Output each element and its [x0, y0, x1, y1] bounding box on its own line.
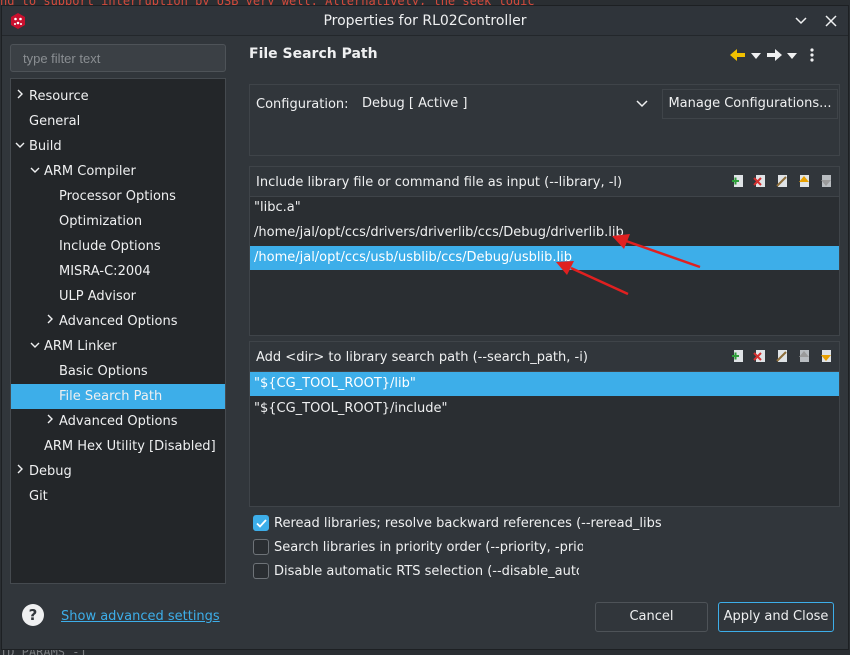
tree-item[interactable]: Git	[11, 484, 225, 509]
chevron-right-icon[interactable]	[44, 309, 56, 334]
library-list-header: Include library file or command file as …	[250, 167, 839, 197]
tree-item-label: Debug	[29, 464, 72, 479]
search-path-list-panel: Add <dir> to library search path (--sear…	[249, 341, 840, 507]
view-menu-icon[interactable]	[810, 48, 814, 66]
tree-item-label: Optimization	[59, 214, 143, 229]
option-label: Disable automatic RTS selection (--disab…	[274, 563, 579, 579]
close-icon[interactable]	[822, 12, 840, 30]
tree-item-label: Resource	[29, 89, 89, 104]
configuration-label: Configuration:	[256, 97, 349, 112]
forward-dropdown-icon[interactable]	[787, 52, 797, 62]
chevron-down-icon[interactable]	[14, 134, 26, 159]
tree-item[interactable]: Processor Options	[11, 184, 225, 209]
move-down-icon[interactable]	[819, 349, 833, 363]
edit-icon[interactable]	[775, 174, 789, 188]
chevron-right-icon[interactable]	[14, 459, 26, 484]
checkbox-checked-icon[interactable]	[253, 515, 269, 531]
configuration-select[interactable]: Debug [ Active ]	[350, 89, 656, 119]
search-path-list-item[interactable]: "${CG_TOOL_ROOT}/lib"	[250, 372, 839, 396]
tree-item[interactable]: Resource	[11, 84, 225, 109]
chevron-down-icon	[636, 89, 648, 119]
tree-item-label: ARM Linker	[44, 339, 117, 354]
library-list-item[interactable]: "libc.a"	[250, 196, 839, 220]
tree-item[interactable]: ARM Compiler	[11, 159, 225, 184]
configuration-value: Debug [ Active ]	[362, 96, 468, 111]
library-list-panel: Include library file or command file as …	[249, 166, 840, 336]
tree-item-label: ARM Compiler	[44, 164, 136, 179]
tree-item-label: Processor Options	[59, 189, 176, 204]
chevron-down-icon[interactable]	[29, 159, 41, 184]
tree-item[interactable]: Basic Options	[11, 359, 225, 384]
help-icon[interactable]: ?	[22, 604, 44, 626]
window-title: Properties for RL02Controller	[323, 12, 527, 29]
title-bar: Properties for RL02Controller	[2, 6, 848, 36]
search-path-list-item[interactable]: "${CG_TOOL_ROOT}/include"	[250, 397, 839, 421]
show-advanced-settings-link[interactable]: Show advanced settings	[61, 609, 220, 624]
app-logo-icon	[11, 13, 25, 29]
configuration-panel: Configuration: Debug [ Active ] Manage C…	[249, 84, 840, 156]
chevron-right-icon[interactable]	[44, 409, 56, 434]
properties-dialog: Properties for RL02Controller Resource Ge…	[1, 5, 849, 650]
library-list-label: Include library file or command file as …	[256, 175, 623, 190]
filter-input[interactable]	[10, 44, 226, 72]
tree-item[interactable]: General	[11, 109, 225, 134]
tree-item[interactable]: Debug	[11, 459, 225, 484]
checkbox-icon[interactable]	[253, 539, 269, 555]
checkbox-icon[interactable]	[253, 563, 269, 579]
chevron-right-icon[interactable]	[14, 84, 26, 109]
back-arrow-icon[interactable]	[730, 49, 746, 65]
cancel-button[interactable]: Cancel	[595, 602, 708, 632]
option-checkbox-row[interactable]: Reread libraries; resolve backward refer…	[253, 513, 661, 533]
tree-item[interactable]: Build	[11, 134, 225, 159]
library-list-item[interactable]: /home/jal/opt/ccs/drivers/driverlib/ccs/…	[250, 221, 839, 245]
tree-item[interactable]: Include Options	[11, 234, 225, 259]
move-down-icon[interactable]	[819, 174, 833, 188]
delete-icon[interactable]	[753, 349, 767, 363]
delete-icon[interactable]	[753, 174, 767, 188]
tree-item-label: Advanced Options	[59, 314, 178, 329]
tree-item-label: Git	[29, 489, 48, 504]
tree-item-label: File Search Path	[59, 389, 163, 404]
tree-item[interactable]: Optimization	[11, 209, 225, 234]
minimize-chevron-icon[interactable]	[792, 12, 810, 30]
tree-item[interactable]: File Search Path	[11, 384, 225, 409]
chevron-down-icon[interactable]	[29, 334, 41, 359]
edit-icon[interactable]	[775, 349, 789, 363]
option-label: Reread libraries; resolve backward refer…	[274, 515, 661, 531]
apply-and-close-button[interactable]: Apply and Close	[718, 602, 834, 632]
search-path-list-header: Add <dir> to library search path (--sear…	[250, 342, 839, 372]
tree-item-label: MISRA-C:2004	[59, 264, 151, 279]
option-checkbox-row[interactable]: Disable automatic RTS selection (--disab…	[253, 561, 579, 581]
tree-item[interactable]: Advanced Options	[11, 409, 225, 434]
tree-item-label: General	[29, 114, 81, 129]
search-path-list-toolbar	[731, 349, 833, 363]
option-label: Search libraries in priority order (--pr…	[274, 539, 583, 555]
tree-item[interactable]: Advanced Options	[11, 309, 225, 334]
option-checkbox-row[interactable]: Search libraries in priority order (--pr…	[253, 537, 583, 557]
tree-item[interactable]: ARM Hex Utility [Disabled]	[11, 434, 225, 459]
search-path-list-label: Add <dir> to library search path (--sear…	[256, 350, 588, 365]
tree-item[interactable]: MISRA-C:2004	[11, 259, 225, 284]
tree-item-label: Advanced Options	[59, 414, 178, 429]
move-up-icon[interactable]	[797, 174, 811, 188]
settings-tree: Resource General Build ARM Compiler Processo…	[10, 78, 226, 584]
add-icon[interactable]	[731, 349, 745, 363]
move-up-icon[interactable]	[797, 349, 811, 363]
tree-item-label: ULP Advisor	[59, 289, 137, 304]
page-title: File Search Path	[249, 46, 378, 62]
page-navigation	[730, 48, 814, 66]
library-list-item[interactable]: /home/jal/opt/ccs/usb/usblib/ccs/Debug/u…	[250, 246, 839, 270]
tree-item[interactable]: ARM Linker	[11, 334, 225, 359]
library-list-toolbar	[731, 174, 833, 188]
tree-item-label: Include Options	[59, 239, 161, 254]
forward-arrow-icon[interactable]	[766, 49, 782, 65]
tree-item[interactable]: ULP Advisor	[11, 284, 225, 309]
tree-item-label: Basic Options	[59, 364, 148, 379]
back-dropdown-icon[interactable]	[751, 52, 761, 62]
tree-item-label: ARM Hex Utility [Disabled]	[44, 439, 216, 454]
add-icon[interactable]	[731, 174, 745, 188]
manage-configurations-button[interactable]: Manage Configurations...	[662, 89, 838, 119]
tree-item-label: Build	[29, 139, 62, 154]
